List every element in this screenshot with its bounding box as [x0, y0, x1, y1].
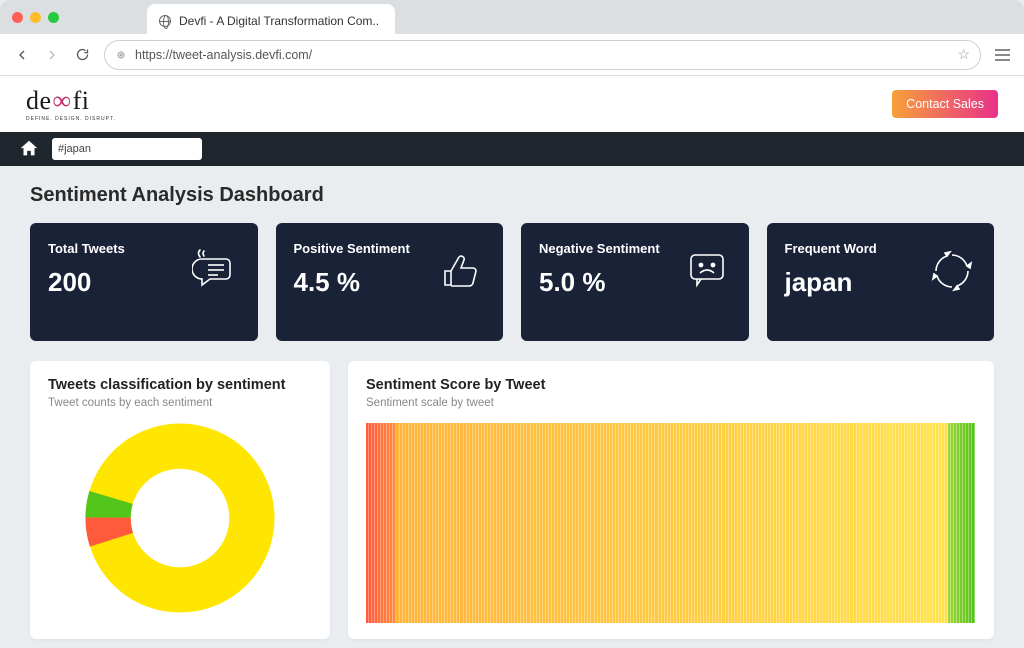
stat-cards-row: Total Tweets 200 Positive Sentiment 4.5 …: [30, 223, 994, 341]
tab-strip: Devfi - A Digital Transformation Com..: [0, 0, 1024, 34]
contact-sales-button[interactable]: Contact Sales: [892, 90, 998, 118]
donut-chart: [48, 423, 312, 613]
bookmark-star-icon[interactable]: ☆: [957, 46, 970, 63]
stat-label: Frequent Word: [785, 241, 877, 257]
panels-row: Tweets classification by sentiment Tweet…: [30, 361, 994, 639]
logo[interactable]: de ∞ fi DEFINE. DESIGN. DISRUPT.: [26, 86, 116, 122]
speech-bubble-icon: [192, 247, 240, 295]
globe-icon: [159, 15, 171, 27]
logo-right: fi: [73, 86, 90, 116]
panel-title: Sentiment Score by Tweet: [366, 377, 976, 393]
sentiment-bar: [972, 423, 975, 623]
browser-tab[interactable]: Devfi - A Digital Transformation Com..: [147, 4, 395, 34]
reload-button[interactable]: [74, 47, 90, 63]
brand-bar: de ∞ fi DEFINE. DESIGN. DISRUPT. Contact…: [0, 76, 1024, 132]
hashtag-search-box[interactable]: [52, 138, 202, 160]
sentiment-bars-chart: [366, 423, 976, 623]
stat-label: Negative Sentiment: [539, 241, 660, 257]
sad-face-chat-icon: [683, 247, 731, 295]
close-window-button[interactable]: [12, 12, 23, 23]
minimize-window-button[interactable]: [30, 12, 41, 23]
panel-classification: Tweets classification by sentiment Tweet…: [30, 361, 330, 639]
stat-value: japan: [785, 267, 877, 298]
stat-card-total-tweets: Total Tweets 200: [30, 223, 258, 341]
window-controls: [12, 12, 59, 23]
stat-label: Total Tweets: [48, 241, 125, 257]
url-input[interactable]: [135, 48, 949, 62]
panel-title: Tweets classification by sentiment: [48, 377, 312, 393]
logo-left: de: [26, 86, 52, 116]
home-icon[interactable]: [18, 138, 40, 160]
thumbs-up-icon: [437, 247, 485, 295]
browser-menu-button[interactable]: [995, 49, 1010, 61]
site-info-icon: [115, 49, 127, 61]
forward-button[interactable]: [44, 47, 60, 63]
back-button[interactable]: [14, 47, 30, 63]
logo-infinity-icon: ∞: [53, 86, 72, 116]
stat-card-frequent-word: Frequent Word japan: [767, 223, 995, 341]
stat-label: Positive Sentiment: [294, 241, 410, 257]
address-row: ☆: [0, 34, 1024, 76]
panel-score: Sentiment Score by Tweet Sentiment scale…: [348, 361, 994, 639]
search-input[interactable]: [58, 143, 200, 155]
stat-value: 5.0 %: [539, 267, 660, 298]
page-title: Sentiment Analysis Dashboard: [30, 184, 994, 207]
dashboard-content: Sentiment Analysis Dashboard Total Tweet…: [0, 166, 1024, 639]
address-bar[interactable]: ☆: [104, 40, 981, 70]
cycle-arrows-icon: [928, 247, 976, 295]
search-nav: [0, 132, 1024, 166]
panel-subtitle: Tweet counts by each sentiment: [48, 397, 312, 409]
logo-tagline: DEFINE. DESIGN. DISRUPT.: [26, 116, 116, 122]
logo-wordmark: de ∞ fi: [26, 86, 89, 116]
stat-card-positive: Positive Sentiment 4.5 %: [276, 223, 504, 341]
maximize-window-button[interactable]: [48, 12, 59, 23]
stat-card-negative: Negative Sentiment 5.0 %: [521, 223, 749, 341]
browser-chrome: Devfi - A Digital Transformation Com.. ☆: [0, 0, 1024, 76]
tab-title: Devfi - A Digital Transformation Com..: [179, 14, 379, 28]
stat-value: 4.5 %: [294, 267, 410, 298]
stat-value: 200: [48, 267, 125, 298]
panel-subtitle: Sentiment scale by tweet: [366, 397, 976, 409]
